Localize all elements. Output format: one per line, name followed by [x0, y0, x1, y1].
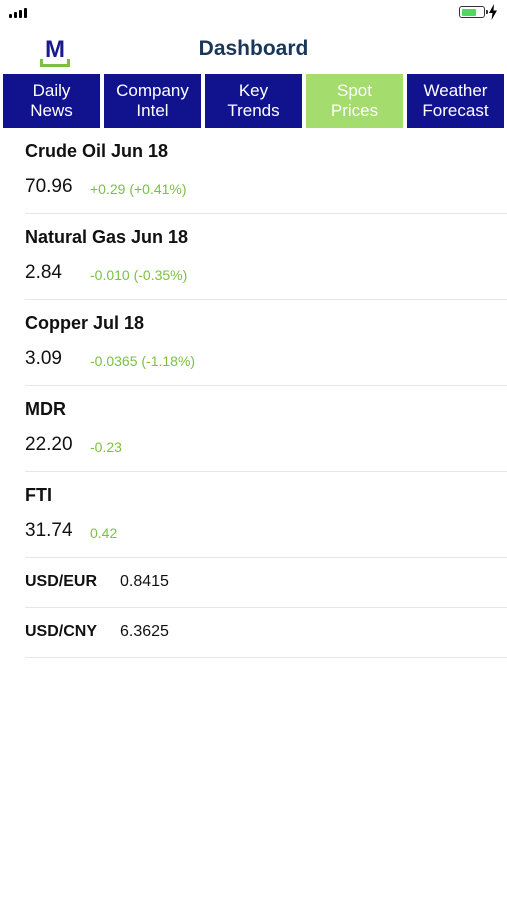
- charging-bolt-icon: [489, 4, 497, 20]
- price-item-mdr[interactable]: MDR 22.20 -0.23: [25, 386, 507, 472]
- price-value: 22.20: [25, 434, 73, 455]
- price-change: -0.010 (-0.35%): [90, 267, 188, 283]
- status-bar: [0, 0, 507, 28]
- price-name: Copper Jul 18: [25, 313, 145, 333]
- tab-label-line1: Key: [238, 81, 269, 100]
- signal-strength-icon: [9, 8, 27, 18]
- tab-spot-prices[interactable]: Spot Prices: [306, 74, 403, 128]
- spot-prices-list: Crude Oil Jun 18 70.96 +0.29 (+0.41%) Na…: [25, 128, 507, 658]
- tab-label-line2: Intel: [136, 101, 169, 120]
- price-change: +0.29 (+0.41%): [90, 181, 187, 197]
- price-value: 2.84: [25, 262, 62, 283]
- tab-label-line1: Weather: [423, 81, 488, 100]
- battery-icon: [459, 6, 488, 18]
- fx-item-usd-eur[interactable]: USD/EUR 0.8415: [25, 558, 507, 608]
- price-change: -0.23: [90, 439, 122, 455]
- price-value: 70.96: [25, 176, 73, 197]
- fx-value: 0.8415: [120, 573, 169, 590]
- price-value: 3.09: [25, 348, 62, 369]
- price-change: 0.42: [90, 525, 118, 541]
- price-name: Natural Gas Jun 18: [25, 227, 189, 247]
- price-item-copper[interactable]: Copper Jul 18 3.09 -0.0365 (-1.18%): [25, 300, 507, 386]
- tab-label-line2: Forecast: [422, 101, 489, 120]
- price-name: FTI: [25, 485, 52, 505]
- tab-label-line2: News: [30, 101, 73, 120]
- tab-weather-forecast[interactable]: Weather Forecast: [407, 74, 504, 128]
- fx-item-usd-cny[interactable]: USD/CNY 6.3625: [25, 608, 507, 658]
- tab-daily-news[interactable]: Daily News: [3, 74, 100, 128]
- tab-label-line2: Trends: [227, 101, 280, 120]
- price-item-natural-gas[interactable]: Natural Gas Jun 18 2.84 -0.010 (-0.35%): [25, 214, 507, 300]
- price-value: 31.74: [25, 520, 73, 541]
- fx-name: USD/EUR: [25, 573, 98, 590]
- tab-bar: Daily News Company Intel Key Trends Spot…: [3, 74, 504, 128]
- tab-label-line2: Prices: [330, 101, 379, 120]
- tab-key-trends[interactable]: Key Trends: [205, 74, 302, 128]
- tab-label-line1: Company: [116, 81, 189, 100]
- price-change: -0.0365 (-1.18%): [90, 353, 196, 369]
- tab-label-line1: Daily: [32, 81, 71, 100]
- price-name: Crude Oil Jun 18: [25, 141, 169, 161]
- price-name: MDR: [25, 399, 66, 419]
- fx-value: 6.3625: [120, 623, 169, 640]
- price-item-fti[interactable]: FTI 31.74 0.42: [25, 472, 507, 558]
- price-item-crude-oil[interactable]: Crude Oil Jun 18 70.96 +0.29 (+0.41%): [25, 128, 507, 214]
- tab-company-intel[interactable]: Company Intel: [104, 74, 201, 128]
- fx-name: USD/CNY: [25, 623, 98, 640]
- tab-label-line1: Spot: [337, 81, 372, 100]
- app-header: M Dashboard: [0, 28, 507, 72]
- page-title: Dashboard: [198, 37, 309, 60]
